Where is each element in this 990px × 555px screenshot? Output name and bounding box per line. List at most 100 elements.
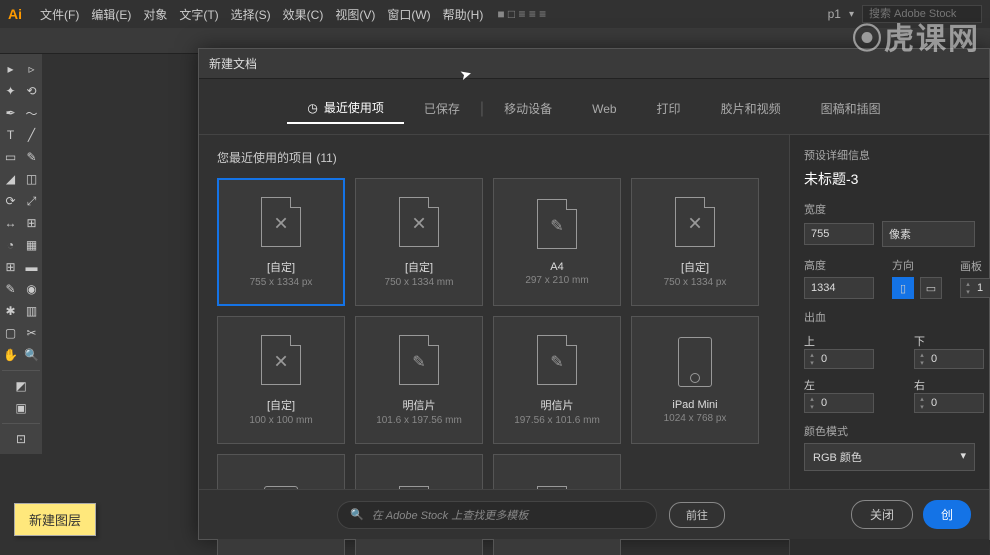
tab-recent[interactable]: ◷ 最近使用项 [287, 93, 404, 124]
close-button[interactable]: 关闭 [851, 500, 913, 529]
stock-search-input[interactable] [862, 5, 982, 23]
preset-item[interactable]: [自定] 750 x 1334 px [631, 178, 759, 306]
direct-selection-tool[interactable]: ▹ [21, 58, 42, 80]
zoom-tool[interactable]: 🔍 [21, 344, 42, 366]
tab-mobile[interactable]: 移动设备 [484, 93, 572, 124]
unit-select[interactable]: 像素 [882, 221, 975, 247]
app-logo: Ai [8, 6, 22, 22]
shape-builder-tool[interactable]: ◔ [0, 234, 21, 256]
preset-item[interactable]: [自定] 755 x 1334 px [217, 178, 345, 306]
mesh-tool[interactable]: ⊞ [0, 256, 21, 278]
menu-type[interactable]: 文字(T) [173, 6, 224, 23]
tooltip: 新建图层 [14, 503, 96, 536]
tab-recent-label: 最近使用项 [324, 99, 384, 116]
free-transform-tool[interactable]: ⊞ [21, 212, 42, 234]
colormode-select[interactable]: RGB 颜色 ▾ [804, 443, 975, 471]
menu-view[interactable]: 视图(V) [329, 6, 381, 23]
tab-saved[interactable]: 已保存 [404, 93, 480, 124]
perspective-tool[interactable]: ▦ [21, 234, 42, 256]
orient-portrait[interactable]: ▯ [892, 277, 914, 299]
preset-item[interactable]: [自定] 750 x 1334 mm [355, 178, 483, 306]
menu-edit[interactable]: 编辑(E) [85, 6, 137, 23]
bleed-left-input[interactable]: ▴▾ [804, 393, 874, 413]
width-input[interactable] [804, 223, 874, 245]
menu-help[interactable]: 帮助(H) [437, 6, 490, 23]
workspace-label[interactable]: p1 [828, 7, 841, 21]
tab-film[interactable]: 胶片和视频 [701, 93, 801, 124]
preset-item[interactable]: [自定] 100 x 100 mm [217, 316, 345, 444]
bleed-bottom-input[interactable]: ▴▾ [914, 349, 984, 369]
artboard-tool[interactable]: ▢ [0, 322, 21, 344]
fill-stroke[interactable]: ◩ [0, 375, 42, 397]
gradient-tool[interactable]: ▬ [21, 256, 42, 278]
create-button[interactable]: 创 [923, 500, 971, 529]
menu-effect[interactable]: 效果(C) [277, 6, 330, 23]
eraser-tool[interactable]: ◫ [21, 168, 42, 190]
preset-name: [自定] [405, 259, 433, 275]
shaper-tool[interactable]: ◢ [0, 168, 21, 190]
go-button[interactable]: 前往 [669, 502, 725, 528]
eyedropper-tool[interactable]: ✎ [0, 278, 21, 300]
menu-file[interactable]: 文件(F) [34, 6, 85, 23]
preset-item[interactable]: A4 297 x 210 mm [493, 178, 621, 306]
lasso-tool[interactable]: ⟲ [21, 80, 42, 102]
colormode-label: 颜色模式 [804, 423, 975, 439]
rotate-tool[interactable]: ⟳ [0, 190, 21, 212]
preset-icon [261, 197, 301, 247]
preset-item[interactable]: 明信片 197.56 x 101.6 mm [493, 316, 621, 444]
magic-wand-tool[interactable]: ✦ [0, 80, 21, 102]
height-input[interactable] [804, 277, 874, 299]
detail-header: 预设详细信息 [804, 147, 975, 163]
bleed-top-label: 上 [804, 333, 874, 349]
menu-select[interactable]: 选择(S) [225, 6, 277, 23]
tab-print[interactable]: 打印 [637, 93, 701, 124]
type-tool[interactable]: T [0, 124, 21, 146]
bleed-right-input[interactable]: ▴▾ [914, 393, 984, 413]
bleed-right-label: 右 [914, 377, 984, 393]
bleed-left-label: 左 [804, 377, 874, 393]
width-tool[interactable]: ↔ [0, 212, 21, 234]
stock-template-search[interactable]: 🔍 在 Adobe Stock 上查找更多模板 [337, 501, 657, 529]
tab-web[interactable]: Web [572, 93, 636, 124]
preset-icon [261, 335, 301, 385]
artboard-input[interactable]: ▴▾ [960, 278, 990, 298]
curvature-tool[interactable]: 〜 [21, 102, 42, 124]
color-mode[interactable]: ▣ [0, 397, 42, 419]
menu-window[interactable]: 窗口(W) [381, 6, 436, 23]
bleed-label: 出血 [804, 309, 975, 325]
bleed-bottom-value[interactable] [929, 350, 969, 368]
pen-tool[interactable]: ✒ [0, 102, 21, 124]
orient-landscape[interactable]: ▭ [920, 277, 942, 299]
rectangle-tool[interactable]: ▭ [0, 146, 21, 168]
height-label: 高度 [804, 257, 874, 273]
blend-tool[interactable]: ◉ [21, 278, 42, 300]
document-name[interactable]: 未标题-3 [804, 169, 975, 189]
preset-dims: 197.56 x 101.6 mm [514, 415, 600, 426]
slice-tool[interactable]: ✂ [21, 322, 42, 344]
bleed-top-input[interactable]: ▴▾ [804, 349, 874, 369]
hand-tool[interactable]: ✋ [0, 344, 21, 366]
line-tool[interactable]: ╱ [21, 124, 42, 146]
bleed-top-value[interactable] [819, 350, 859, 368]
artboard-label: 画板 [960, 258, 990, 274]
preset-item[interactable]: iPad Mini 1024 x 768 px [631, 316, 759, 444]
bleed-left-value[interactable] [819, 394, 859, 412]
dialog-footer: 🔍 在 Adobe Stock 上查找更多模板 前往 关闭 创 [199, 489, 989, 539]
width-label: 宽度 [804, 201, 975, 217]
bleed-right-value[interactable] [929, 394, 969, 412]
category-tabs: ◷ 最近使用项 已保存 | 移动设备 Web 打印 胶片和视频 图稿和插图 [199, 79, 989, 135]
preset-dims: 101.6 x 197.56 mm [376, 415, 462, 426]
preset-dims: 755 x 1334 px [250, 277, 313, 288]
column-graph-tool[interactable]: ▥ [21, 300, 42, 322]
preset-item[interactable]: 明信片 101.6 x 197.56 mm [355, 316, 483, 444]
artboard-value[interactable] [975, 279, 990, 297]
tab-art[interactable]: 图稿和插图 [801, 93, 901, 124]
scale-tool[interactable]: ⤢ [21, 190, 42, 212]
screen-mode[interactable]: ⊡ [0, 428, 42, 450]
preset-dims: 750 x 1334 mm [385, 277, 454, 288]
tool-panel: ▸▹ ✦⟲ ✒〜 T╱ ▭✎ ◢◫ ⟳⤢ ↔⊞ ◔▦ ⊞▬ ✎◉ ✱▥ ▢✂ ✋… [0, 54, 42, 454]
selection-tool[interactable]: ▸ [0, 58, 21, 80]
paintbrush-tool[interactable]: ✎ [21, 146, 42, 168]
menu-object[interactable]: 对象 [137, 6, 173, 23]
symbol-sprayer-tool[interactable]: ✱ [0, 300, 21, 322]
